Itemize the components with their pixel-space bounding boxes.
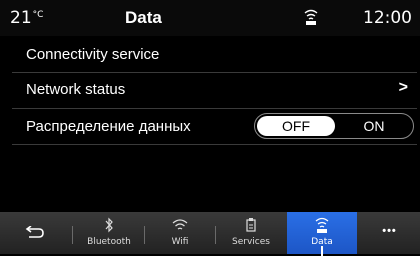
page-title: Data (125, 8, 162, 27)
services-icon (246, 218, 256, 232)
data-sharing-row: Распределение данных OFF ON (0, 110, 420, 144)
temperature-readout: 21°C (10, 8, 43, 28)
nav-separator (215, 226, 216, 244)
back-button[interactable] (0, 212, 70, 254)
nav-item-bluetooth[interactable]: Bluetooth (74, 212, 144, 254)
divider (12, 108, 417, 109)
more-button[interactable]: ••• (359, 212, 420, 254)
nav-label-services: Services (232, 237, 270, 247)
back-arrow-icon (25, 226, 44, 238)
network-status-row[interactable]: Network status > (0, 73, 420, 107)
network-status-label: Network status (26, 81, 126, 98)
bluetooth-icon (105, 217, 113, 233)
data-icon (315, 217, 329, 233)
connectivity-service-row[interactable]: Connectivity service (0, 38, 420, 72)
status-bar: 21°C Data 12:00 (0, 0, 420, 36)
wifi-icon (172, 219, 188, 230)
data-sharing-toggle[interactable]: OFF ON (254, 113, 414, 139)
chevron-right-icon: > (398, 79, 408, 96)
nav-separator (144, 226, 145, 244)
divider (12, 144, 417, 145)
connectivity-service-label: Connectivity service (26, 46, 160, 63)
data-sharing-label: Распределение данных (26, 118, 191, 135)
active-tab-indicator (321, 246, 323, 256)
nav-item-services[interactable]: Services (217, 212, 285, 254)
toggle-on-option[interactable]: ON (341, 116, 407, 136)
clock: 12:00 (363, 8, 412, 28)
more-icon: ••• (382, 225, 397, 237)
nav-item-wifi[interactable]: Wifi (146, 212, 214, 254)
bottom-nav-bar: Bluetooth Wifi Services Data ••• (0, 212, 420, 256)
nav-item-data[interactable]: Data (287, 212, 357, 256)
nav-separator (72, 226, 73, 244)
toggle-off-option[interactable]: OFF (257, 116, 335, 136)
temperature-unit: °C (32, 10, 44, 20)
temperature-value: 21 (10, 8, 32, 28)
nav-label-bluetooth: Bluetooth (87, 237, 131, 247)
wifi-icon (304, 9, 318, 25)
nav-label-wifi: Wifi (171, 237, 189, 247)
